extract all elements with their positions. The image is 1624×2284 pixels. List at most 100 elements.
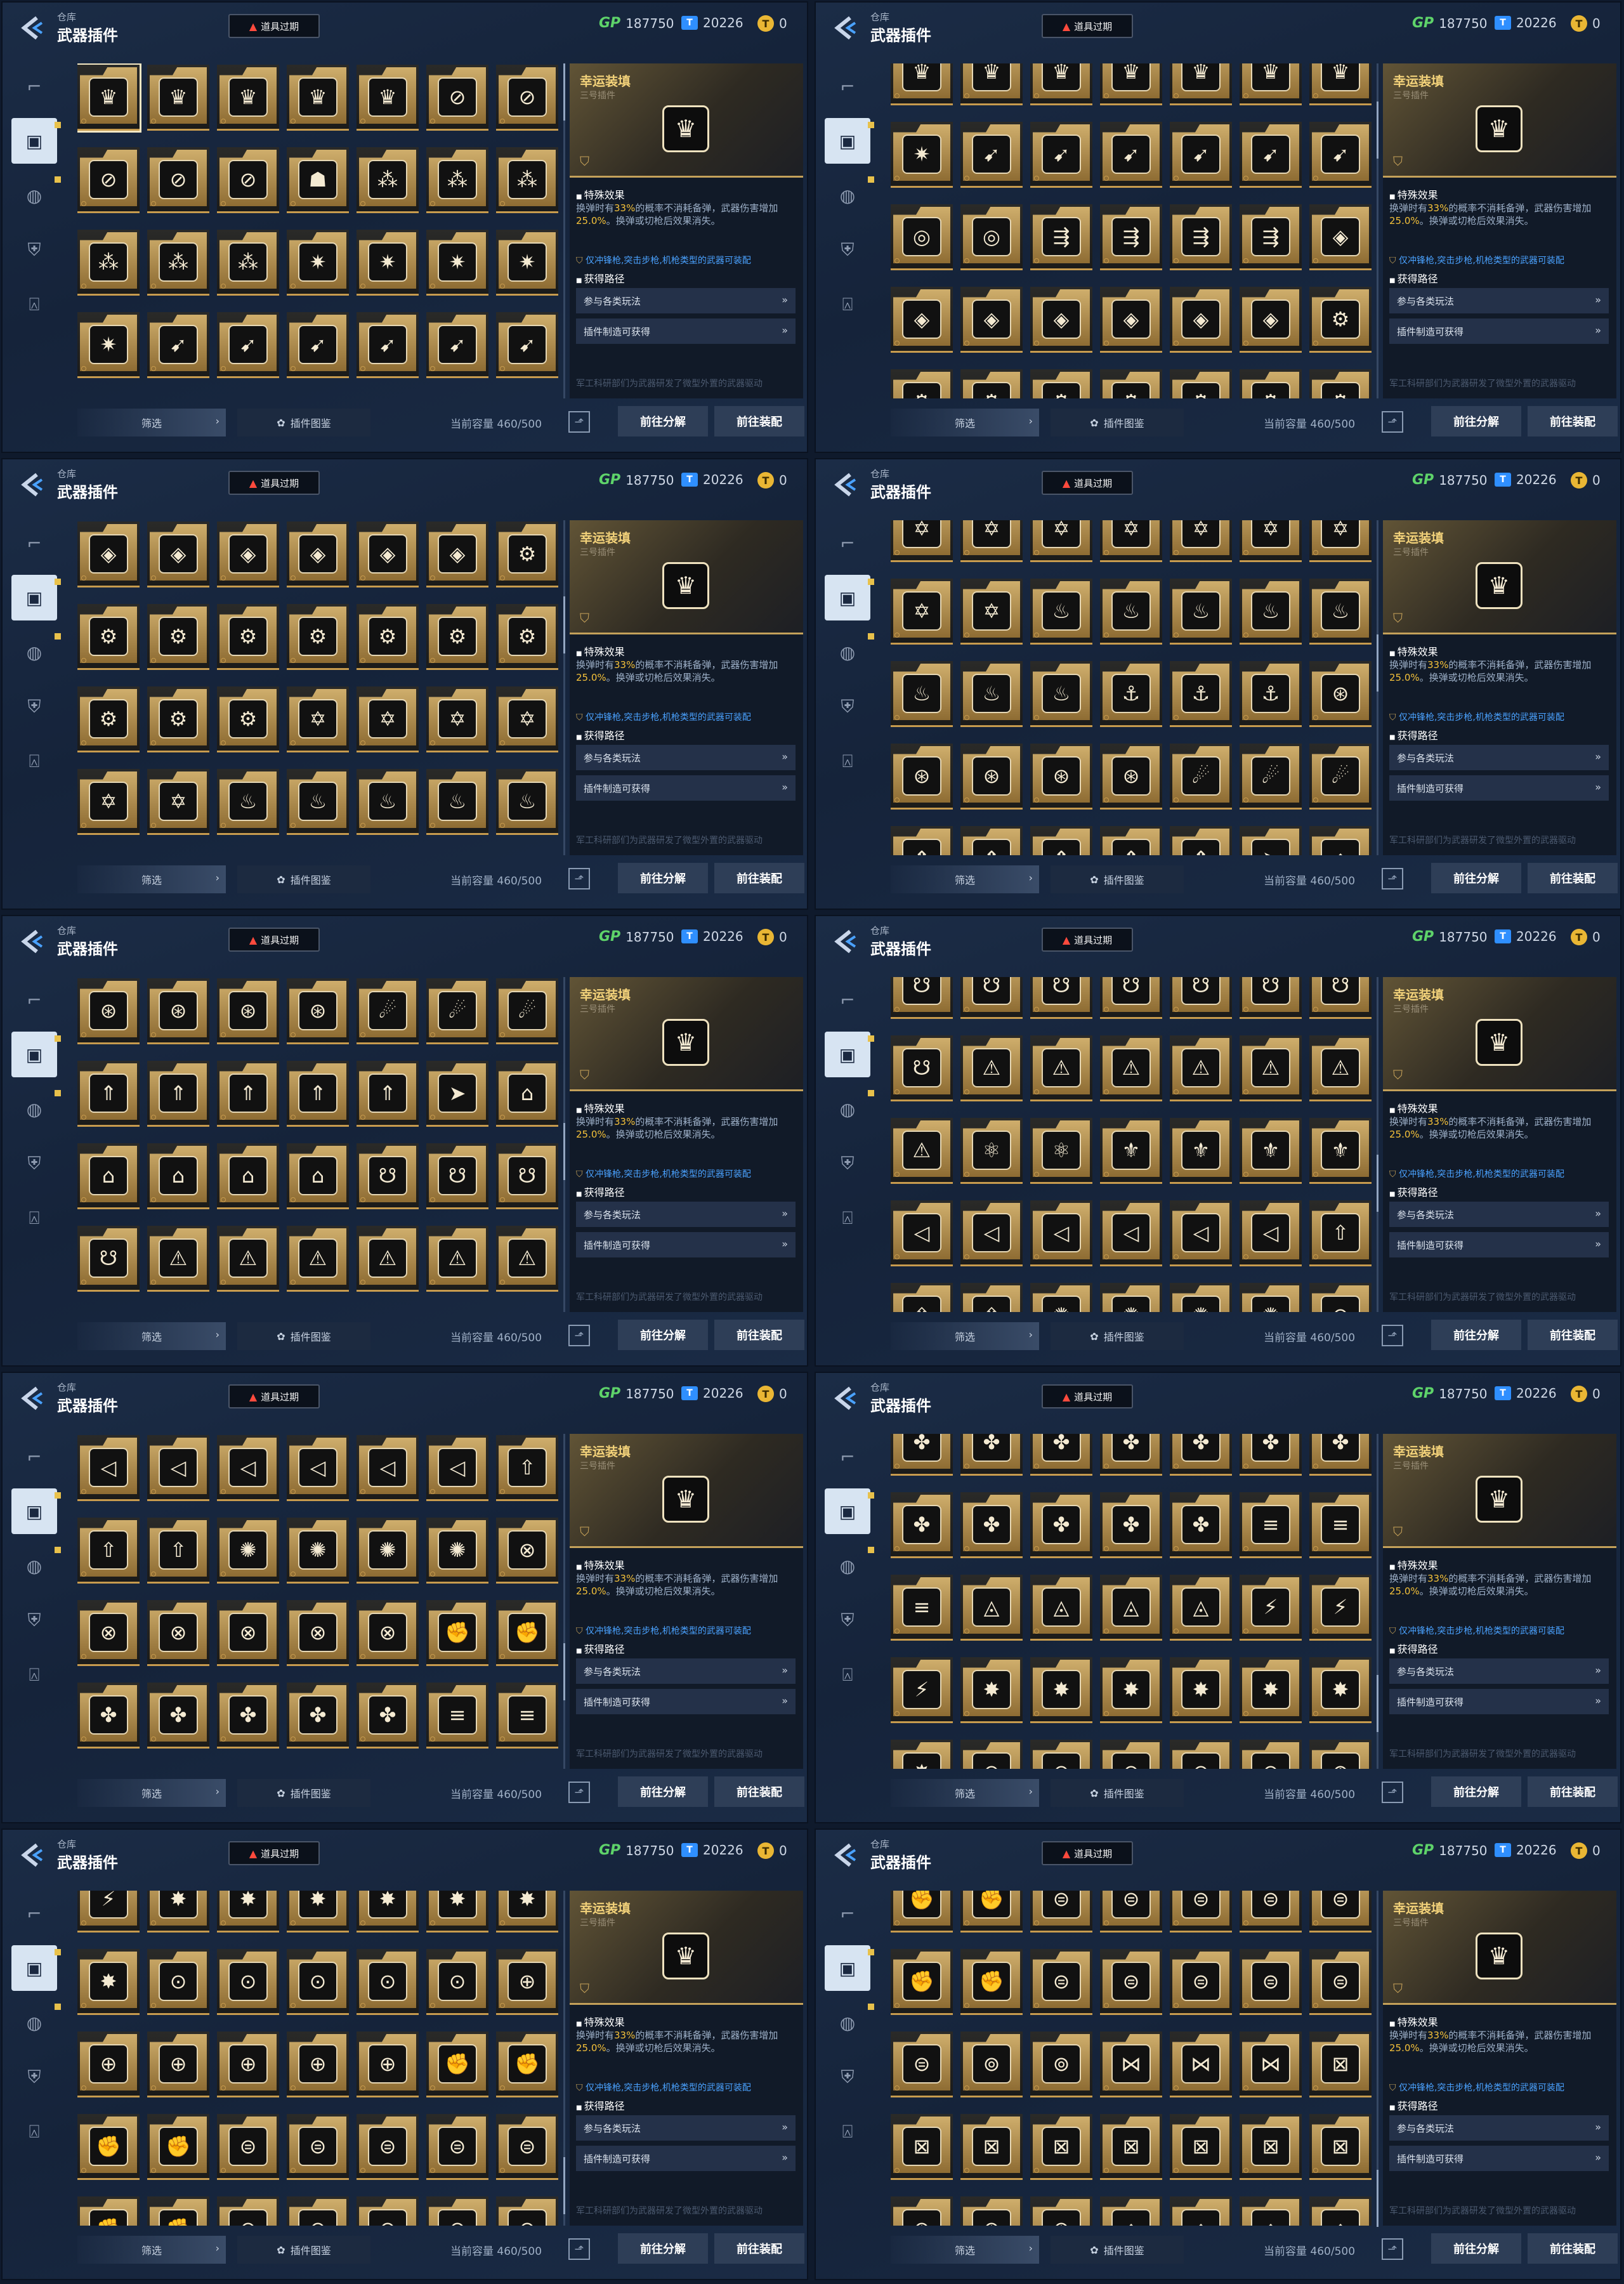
plugin-item[interactable]: ◁ (1100, 1200, 1162, 1266)
plugin-item[interactable]: ≡ (1309, 1492, 1372, 1558)
plugin-item[interactable]: ⚙ (77, 604, 140, 670)
plugin-item[interactable]: ☄ (1170, 744, 1232, 810)
plugin-item[interactable]: ⁂ (217, 230, 279, 296)
plugin-item[interactable]: ✤ (287, 1683, 349, 1749)
plugin-item[interactable]: ✡ (1100, 520, 1162, 562)
plugin-item[interactable]: ⊙ (426, 1949, 488, 2015)
plugin-item[interactable]: ☗ (287, 147, 349, 213)
plugin-item[interactable]: ⊗ (147, 1600, 209, 1666)
plugin-item[interactable]: ➹ (1309, 122, 1372, 188)
plugin-item[interactable]: ⊜ (496, 2114, 558, 2180)
plugin-item[interactable]: ⊜ (496, 2196, 558, 2226)
source-gameplay-button[interactable]: 参与各类玩法» (576, 2115, 796, 2141)
equip-button[interactable]: 前往装配 (714, 406, 804, 436)
plugin-item[interactable]: ⇶ (1100, 204, 1162, 270)
expired-items-button[interactable]: ▲ 道具过期 (228, 1841, 320, 1865)
source-craft-button[interactable]: 插件制造可获得» (576, 775, 796, 801)
plugin-item[interactable]: ➹ (426, 312, 488, 378)
plugin-item[interactable]: ✺ (287, 1518, 349, 1584)
plugin-item[interactable]: ⊜ (1030, 1949, 1092, 2015)
category-tab[interactable]: ⌐ (11, 63, 57, 109)
plugin-item[interactable]: ≡ (891, 1575, 953, 1641)
plugin-item[interactable]: ⋈ (1100, 2031, 1162, 2097)
plugin-item[interactable]: ◈ (960, 287, 1023, 353)
plugin-item[interactable]: ☋ (1100, 977, 1162, 1019)
source-craft-button[interactable]: 插件制造可获得» (576, 2146, 796, 2171)
plugin-item[interactable]: ⚙ (1309, 287, 1372, 353)
scrollbar-thumb[interactable] (1377, 634, 1378, 692)
plugin-item[interactable]: ⚡ (77, 1891, 140, 1933)
category-tab[interactable]: ⍓ (825, 282, 870, 327)
plugin-item[interactable]: ⊛ (147, 978, 209, 1044)
plugin-item[interactable]: ⚜ (1100, 1118, 1162, 1184)
plugin-item[interactable]: ✊ (960, 1949, 1023, 2015)
category-tab[interactable]: ◍ (825, 629, 874, 675)
plugin-item[interactable]: ✤ (1170, 1492, 1232, 1558)
scrollbar-thumb[interactable] (1377, 102, 1378, 159)
plugin-item[interactable]: ◈ (147, 522, 209, 587)
plugin-item[interactable]: ✊ (891, 1891, 953, 1933)
plugin-item[interactable]: ⊙ (960, 1740, 1023, 1769)
plugin-item[interactable]: ♛ (217, 65, 279, 131)
plugin-item[interactable]: ⚠ (1100, 1035, 1162, 1101)
plugin-item[interactable]: ⇧ (496, 1435, 558, 1501)
plugin-item[interactable]: ⋈ (1170, 2031, 1232, 2097)
decompose-button[interactable]: 前往分解 (618, 406, 708, 436)
plugin-item[interactable]: ◈ (1170, 287, 1232, 353)
plugin-item[interactable]: ✷ (426, 230, 488, 296)
category-tab[interactable]: ◍ (825, 173, 874, 218)
plugin-item[interactable]: ➤ (1240, 826, 1302, 855)
plugin-item[interactable]: ⊛ (1100, 744, 1162, 810)
plugin-item[interactable]: ⊜ (1240, 1949, 1302, 2015)
plugin-item[interactable]: ♨ (1030, 579, 1092, 645)
plugin-item[interactable]: ♛ (891, 63, 953, 105)
plugin-item[interactable]: ⇑ (1170, 826, 1232, 855)
category-tab[interactable]: ⛨ (11, 2054, 57, 2100)
category-tab[interactable]: ▣ (825, 118, 874, 164)
plugin-item[interactable]: ✸ (496, 1891, 558, 1933)
plugin-item[interactable]: ⌂ (496, 1061, 558, 1127)
export-icon[interactable]: ⬏ (568, 868, 590, 889)
category-tab[interactable]: ⍓ (825, 1195, 870, 1241)
plugin-atlas-button[interactable]: ✿ 插件图鉴 (237, 865, 370, 893)
category-tab[interactable]: ⌐ (825, 977, 870, 1023)
plugin-item[interactable]: ✤ (1170, 1434, 1232, 1476)
plugin-item[interactable]: ⁂ (77, 230, 140, 296)
back-arrow-icon[interactable] (831, 928, 859, 955)
plugin-item[interactable]: ⇧ (147, 1518, 209, 1584)
plugin-item[interactable]: ⚙ (1030, 369, 1092, 398)
plugin-item[interactable]: ◁ (960, 1200, 1023, 1266)
plugin-item[interactable]: ⇑ (77, 1061, 140, 1127)
plugin-item[interactable]: ⚙ (1100, 369, 1162, 398)
plugin-item[interactable]: ◁ (77, 1435, 140, 1501)
plugin-item[interactable]: ⊜ (357, 2114, 419, 2180)
plugin-item[interactable]: ◬ (960, 1575, 1023, 1641)
plugin-item[interactable]: ⚡ (1309, 1575, 1372, 1641)
plugin-item[interactable]: ✤ (357, 1683, 419, 1749)
plugin-item[interactable]: ♨ (496, 769, 558, 835)
plugin-item[interactable]: ⊛ (960, 744, 1023, 810)
plugin-item[interactable]: ♨ (960, 661, 1023, 727)
plugin-item[interactable]: ♨ (1240, 579, 1302, 645)
plugin-item[interactable]: ◈ (891, 287, 953, 353)
category-tab[interactable]: ⛨ (825, 2054, 870, 2100)
plugin-item[interactable]: ⌂ (1309, 826, 1372, 855)
plugin-item[interactable]: ☋ (426, 1143, 488, 1209)
category-tab[interactable]: ◍ (11, 629, 61, 675)
plugin-item[interactable]: ✺ (1170, 1283, 1232, 1312)
plugin-item[interactable]: ☄ (1309, 744, 1372, 810)
plugin-item[interactable]: ⊙ (1100, 1740, 1162, 1769)
plugin-item[interactable]: ⚠ (1309, 1035, 1372, 1101)
plugin-item[interactable]: ⚓ (1240, 661, 1302, 727)
plugin-item[interactable]: ⚙ (217, 686, 279, 752)
plugin-item[interactable]: ⊙ (1030, 1740, 1092, 1769)
plugin-item[interactable]: ✤ (1100, 1492, 1162, 1558)
category-tab[interactable]: ⍓ (11, 1195, 57, 1241)
plugin-item[interactable]: ⚜ (1170, 1118, 1232, 1184)
category-tab[interactable]: ▣ (11, 1945, 61, 1991)
expired-items-button[interactable]: ▲ 道具过期 (228, 1384, 320, 1408)
plugin-item[interactable]: ✡ (960, 579, 1023, 645)
plugin-item[interactable]: ♨ (1030, 661, 1092, 727)
plugin-item[interactable]: ♨ (891, 661, 953, 727)
category-tab[interactable]: ▣ (825, 575, 874, 620)
